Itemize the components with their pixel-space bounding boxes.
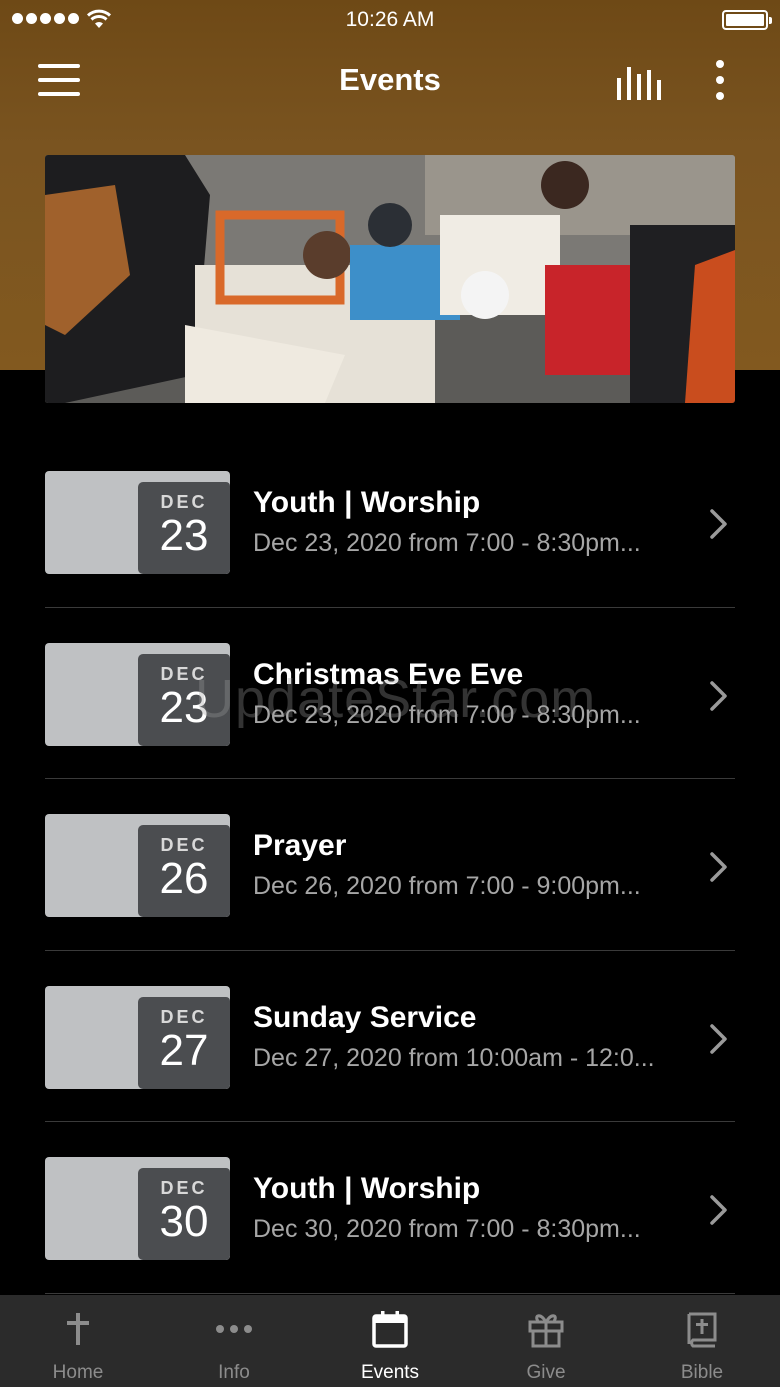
event-datetime: Dec 30, 2020 from 7:00 - 8:30pm... bbox=[253, 1215, 641, 1243]
event-title: Youth | Worship bbox=[253, 1172, 481, 1205]
page-title: Events bbox=[339, 62, 441, 97]
event-datetime: Dec 26, 2020 from 7:00 - 9:00pm... bbox=[253, 872, 641, 900]
tab-info[interactable]: Info bbox=[156, 1295, 312, 1387]
cross-icon bbox=[67, 1313, 89, 1345]
date-day: 23 bbox=[159, 682, 209, 732]
audio-bars-icon[interactable] bbox=[615, 64, 661, 100]
event-thumbnail: DEC 23 bbox=[45, 471, 230, 574]
tab-label: Give bbox=[526, 1362, 566, 1383]
chevron-right-icon bbox=[710, 1023, 727, 1054]
date-badge: DEC 27 bbox=[138, 996, 230, 1089]
tab-bible[interactable]: Bible bbox=[624, 1295, 780, 1387]
event-datetime: Dec 23, 2020 from 7:00 - 8:30pm... bbox=[253, 700, 641, 729]
status-bar: 10:26 AM bbox=[0, 0, 780, 40]
event-thumbnail: DEC 23 bbox=[45, 642, 230, 746]
tab-label: Events bbox=[360, 1362, 420, 1383]
status-time: 10:26 AM bbox=[345, 8, 435, 31]
calendar-icon bbox=[372, 1311, 408, 1348]
event-datetime: Dec 23, 2020 from 7:00 - 8:30pm... bbox=[253, 529, 641, 557]
date-badge: DEC 30 bbox=[138, 1168, 230, 1260]
date-month: DEC bbox=[160, 835, 208, 855]
tab-bar: Home Info Events Give Bible bbox=[0, 1295, 780, 1387]
date-badge: DEC 23 bbox=[138, 482, 230, 574]
dots-icon bbox=[216, 1325, 252, 1333]
event-item[interactable]: DEC 26 Prayer Dec 26, 2020 from 7:00 - 9… bbox=[45, 779, 735, 951]
chevron-right-icon bbox=[710, 680, 727, 711]
event-item[interactable]: DEC 23 Youth | Worship Dec 23, 2020 from… bbox=[45, 436, 735, 608]
chevron-right-icon bbox=[710, 509, 727, 539]
tab-label: Bible bbox=[680, 1362, 724, 1383]
date-month: DEC bbox=[160, 1178, 208, 1198]
tab-home[interactable]: Home bbox=[0, 1295, 156, 1387]
event-item[interactable]: DEC 30 Youth | Worship Dec 30, 2020 from… bbox=[45, 1122, 735, 1294]
chevron-right-icon bbox=[710, 1195, 727, 1225]
nav-bar: Events bbox=[0, 48, 780, 112]
events-list: DEC 23 Youth | Worship Dec 23, 2020 from… bbox=[45, 436, 735, 1294]
date-day: 27 bbox=[159, 1025, 209, 1075]
event-thumbnail: DEC 26 bbox=[45, 814, 230, 917]
event-title: Christmas Eve Eve bbox=[253, 657, 524, 691]
event-datetime: Dec 27, 2020 from 10:00am - 12:0... bbox=[253, 1043, 655, 1072]
gift-icon bbox=[528, 1314, 564, 1348]
date-day: 26 bbox=[159, 854, 209, 903]
tab-give[interactable]: Give bbox=[468, 1295, 624, 1387]
date-badge: DEC 26 bbox=[138, 825, 230, 917]
tab-label: Info bbox=[218, 1362, 250, 1383]
event-title: Sunday Service bbox=[253, 1000, 477, 1034]
event-title: Youth | Worship bbox=[253, 486, 481, 519]
event-title: Prayer bbox=[253, 829, 347, 862]
bible-icon bbox=[687, 1312, 717, 1348]
event-item[interactable]: DEC 27 Sunday Service Dec 27, 2020 from … bbox=[45, 951, 735, 1122]
event-thumbnail: DEC 30 bbox=[45, 1157, 230, 1260]
date-month: DEC bbox=[160, 663, 208, 684]
date-month: DEC bbox=[160, 1006, 208, 1027]
date-day: 30 bbox=[159, 1197, 209, 1246]
date-badge: DEC 23 bbox=[138, 653, 230, 746]
chevron-right-icon bbox=[710, 852, 727, 882]
more-options-icon[interactable] bbox=[710, 58, 730, 102]
tab-events[interactable]: Events bbox=[312, 1295, 468, 1387]
date-day: 23 bbox=[159, 511, 209, 560]
event-item[interactable]: DEC 23 Christmas Eve Eve Dec 23, 2020 fr… bbox=[45, 608, 735, 779]
date-month: DEC bbox=[160, 492, 208, 512]
battery-icon bbox=[722, 10, 772, 30]
event-thumbnail: DEC 27 bbox=[45, 985, 230, 1089]
hero-image bbox=[45, 155, 735, 403]
tab-label: Home bbox=[52, 1362, 104, 1383]
